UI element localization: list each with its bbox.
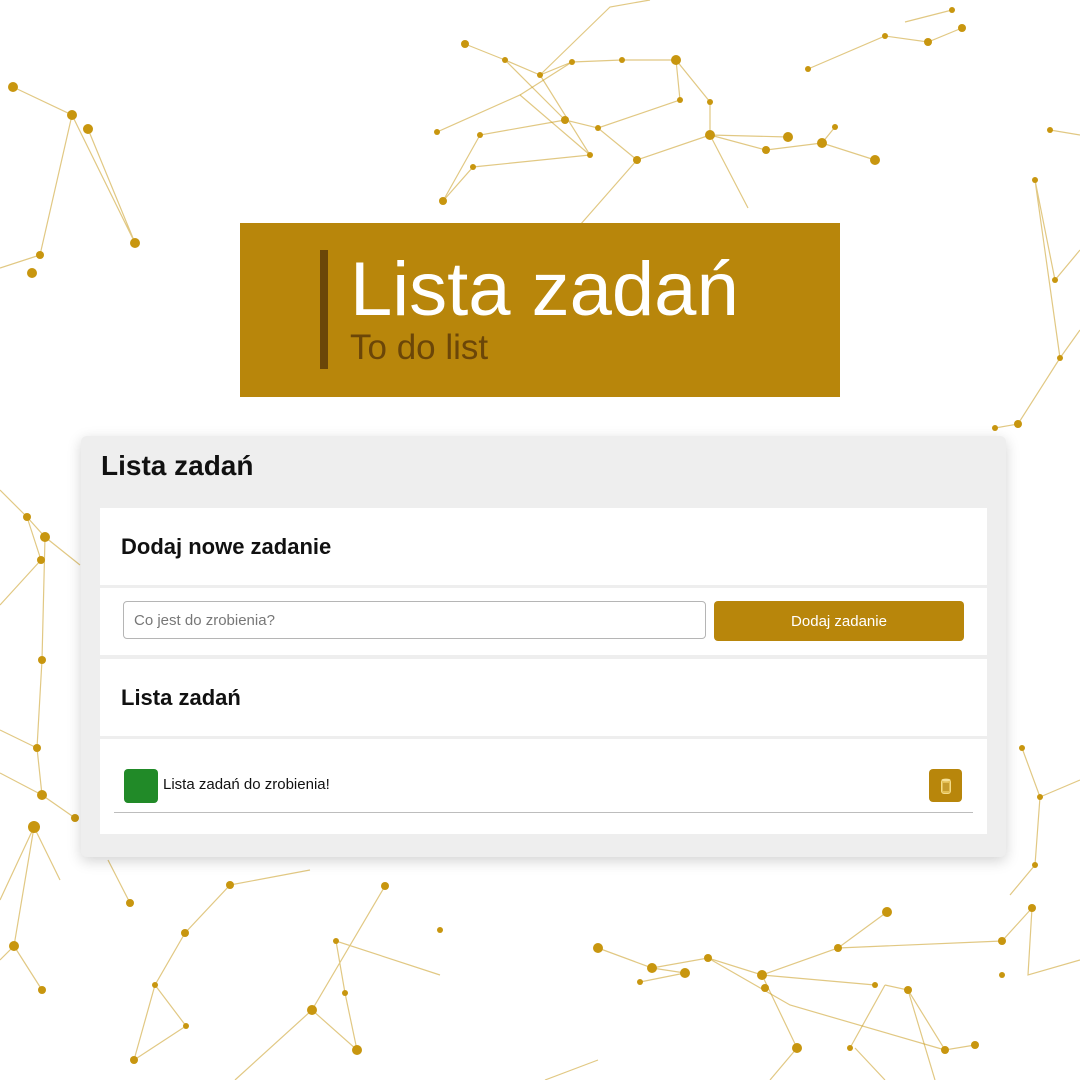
mark-done-button[interactable] [124,769,158,803]
delete-task-button[interactable] [929,769,962,802]
header-banner: Lista zadań To do list [240,223,840,397]
add-task-header: Dodaj nowe zadanie [100,508,987,585]
todo-app-panel: Lista zadań Dodaj nowe zadanie Dodaj zad… [81,436,1006,857]
app-title: Lista zadań [101,450,254,481]
task-list: Lista zadań do zrobienia! [100,739,987,834]
task-text: Lista zadań do zrobienia! [163,776,330,793]
task-list-header: Lista zadań [100,659,987,736]
new-task-input[interactable] [123,601,706,639]
banner-title: Lista zadań [350,247,739,332]
banner-subtitle: To do list [350,328,489,367]
trash-icon [940,778,951,794]
banner-accent-bar [320,250,328,369]
task-list-heading: Lista zadań [121,685,241,710]
add-task-form: Dodaj zadanie [100,588,987,655]
add-task-heading: Dodaj nowe zadanie [121,534,332,559]
add-task-button[interactable]: Dodaj zadanie [714,601,964,641]
task-item: Lista zadań do zrobienia! [114,765,973,813]
